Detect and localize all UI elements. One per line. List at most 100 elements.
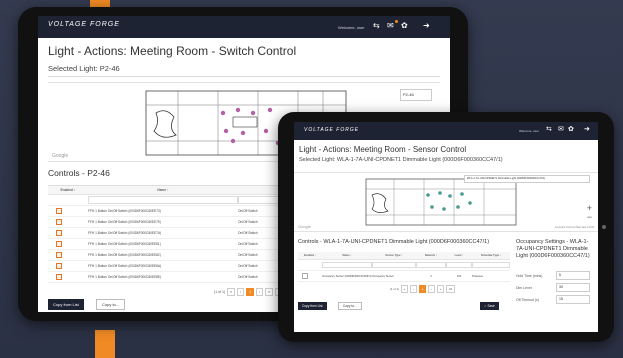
copy-from-list-button[interactable]: Copy from List [48, 299, 84, 310]
network-filter-input[interactable] [416, 262, 446, 268]
enabled-checkbox[interactable] [56, 240, 62, 247]
dim-level-input[interactable]: 30 [556, 283, 590, 292]
controls-title: Controls - WLA-1-7A-UNI-CPDNET1 Dimmable… [298, 239, 490, 245]
schedule-filter-input[interactable] [472, 262, 510, 268]
copy-to-select[interactable]: Copy to... [338, 302, 362, 310]
row-level: 100 [446, 270, 472, 282]
divider [48, 76, 440, 77]
logout-icon[interactable]: ➜ [584, 125, 590, 133]
row-name: FFH 1 Button On/Off Switch (000D6F000C80… [88, 227, 238, 239]
map-light-select[interactable]: P2-46 [400, 89, 432, 101]
copy-from-list-button[interactable]: Copy from List [298, 302, 327, 310]
type-filter-input[interactable] [372, 262, 416, 268]
row-type: Occupancy Sensor [372, 270, 416, 282]
col-enabled[interactable]: Enabled ↕ [48, 186, 88, 195]
controls-title: Controls - P2-46 [48, 168, 110, 178]
enabled-checkbox[interactable] [302, 272, 308, 279]
off-timeout-label: Off Timeout (s) [516, 298, 540, 302]
col-name[interactable]: Name ↕ [322, 252, 372, 260]
copy-to-select[interactable]: Copy to... [96, 299, 126, 310]
row-name: Occupancy Sensor (000D6F000C6CD9F4) [322, 270, 372, 282]
transfer-icon[interactable]: ⇆ [546, 125, 552, 133]
row-name: FFH 1 Button On/Off Switch (000D6F000C80… [88, 260, 238, 272]
page-1-button[interactable]: 1 [418, 285, 427, 293]
level-filter-input[interactable] [446, 262, 472, 268]
hold-time-label: Hold Time (mins) [516, 274, 543, 278]
app-logo[interactable]: VOLTAGE FORGE [48, 21, 120, 28]
transfer-icon[interactable]: ⇆ [373, 21, 380, 30]
prev-page-button[interactable]: ‹ [237, 288, 245, 296]
gear-icon[interactable]: ✿ [401, 21, 408, 30]
gear-icon[interactable]: ✿ [568, 125, 574, 133]
col-schedule-type[interactable]: Schedule Type ↕ [472, 252, 510, 260]
last-page-button[interactable]: » [436, 285, 445, 293]
col-device-type[interactable]: Device Type ↕ [372, 252, 416, 260]
row-network: 3 [416, 270, 446, 282]
pager-text: (1 of 1) [214, 290, 226, 294]
off-timeout-input[interactable]: 15 [556, 295, 590, 304]
tablet-front-screen: VOLTAGE FORGE Welcome, user ⇆ ✉ ✿ ➜ Ligh… [294, 122, 598, 332]
col-level[interactable]: Level ↕ [446, 252, 472, 260]
tablet-front: VOLTAGE FORGE Welcome, user ⇆ ✉ ✿ ➜ Ligh… [278, 112, 614, 342]
page-1-button[interactable]: 1 [246, 288, 255, 296]
map-brand: Google [298, 224, 311, 229]
next-page-button[interactable]: › [428, 285, 435, 293]
selected-light-label: Selected Light: WLA-1-7A-UNI-CPDNET1 Dim… [299, 157, 503, 163]
map-light-select[interactable]: WLA-1-7A-UNI-CPDNET1 Dimmable Light (000… [464, 175, 590, 183]
col-name[interactable]: Name ↕ [88, 186, 238, 195]
name-filter-input[interactable] [88, 196, 238, 204]
welcome-text: Welcome, user [338, 25, 365, 30]
navbar: VOLTAGE FORGE Welcome, user ⇆ ✉ ✿ ➜ [38, 16, 450, 38]
zoom-out-icon[interactable]: − [587, 212, 592, 222]
pagination: (1 of 1) « ‹ 1 › » 10 [214, 288, 286, 296]
navbar: VOLTAGE FORGE Welcome, user ⇆ ✉ ✿ ➜ [294, 122, 598, 140]
controls-table: Enabled ↕ Name ↕ Device Type ↕ Network ↕… [298, 252, 510, 282]
occupancy-settings-title: Occupancy Settings - WLA-1-7A-UNI-CPDNET… [516, 239, 590, 259]
table-header-row: Enabled ↕ Name ↕ Device Type ↕ Network ↕… [298, 252, 510, 260]
hold-time-input[interactable]: 5 [556, 271, 590, 280]
page-size-select[interactable]: 10 [446, 285, 456, 293]
page-title: Light - Actions: Meeting Room - Switch C… [48, 44, 297, 58]
accent-bar-bottom [95, 330, 115, 358]
enabled-checkbox[interactable] [56, 218, 62, 225]
map-footer: Keyboard shortcuts Map data ©2019 [555, 226, 594, 229]
enabled-checkbox[interactable] [56, 251, 62, 258]
welcome-text: Welcome, user [519, 129, 539, 133]
enabled-checkbox[interactable] [56, 262, 62, 269]
next-page-button[interactable]: › [256, 288, 264, 296]
save-button[interactable]: ✓ Save [480, 302, 499, 310]
name-filter-input[interactable] [322, 262, 372, 268]
camera [602, 225, 606, 229]
table-row: Occupancy Sensor (000D6F000C6CD9F4) Occu… [298, 270, 510, 282]
prev-page-button[interactable]: ‹ [410, 285, 417, 293]
page-title: Light - Actions: Meeting Room - Sensor C… [299, 145, 467, 154]
row-name: FFH 1 Button On/Off Switch (000D6F000C80… [88, 238, 238, 250]
dim-level-label: Dim Level [516, 286, 532, 290]
enabled-checkbox[interactable] [56, 207, 62, 214]
notifications-icon[interactable]: ✉ [387, 21, 394, 30]
last-page-button[interactable]: » [265, 288, 274, 296]
floor-plan-map[interactable]: WLA-1-7A-UNI-CPDNET1 Dimmable Light (000… [294, 172, 598, 232]
notifications-icon[interactable]: ✉ [558, 125, 564, 133]
row-name: FFH 1 Button On/Off Switch (000D6F000C80… [88, 205, 238, 217]
col-network[interactable]: Network ↕ [416, 252, 446, 260]
row-name: FFH 1 Button On/Off Switch (000D6F000C80… [88, 249, 238, 261]
enabled-checkbox[interactable] [56, 273, 62, 280]
row-name: FFH 1 Button On/Off Switch (000D6F000C80… [88, 271, 238, 283]
first-page-button[interactable]: « [400, 285, 409, 293]
map-select-value: P2-46 [403, 92, 414, 97]
selected-light-label: Selected Light: P2-46 [48, 64, 120, 73]
row-name: FFH 1 Button On/Off Switch (000D6F000C80… [88, 216, 238, 228]
first-page-button[interactable]: « [227, 288, 236, 296]
row-schedule: Presence [472, 270, 510, 282]
pagination: (1 of 1) « ‹ 1 › » 10 [390, 285, 456, 293]
notification-badge [395, 20, 398, 23]
pager-text: (1 of 1) [390, 287, 399, 291]
app-logo[interactable]: VOLTAGE FORGE [304, 127, 359, 133]
logout-icon[interactable]: ➜ [423, 21, 430, 30]
col-enabled[interactable]: Enabled ↕ [298, 252, 322, 260]
table-filter-row [298, 259, 510, 271]
map-brand: Google [52, 153, 69, 159]
enabled-checkbox[interactable] [56, 229, 62, 236]
map-select-value: WLA-1-7A-UNI-CPDNET1 Dimmable Light (000… [467, 177, 546, 180]
